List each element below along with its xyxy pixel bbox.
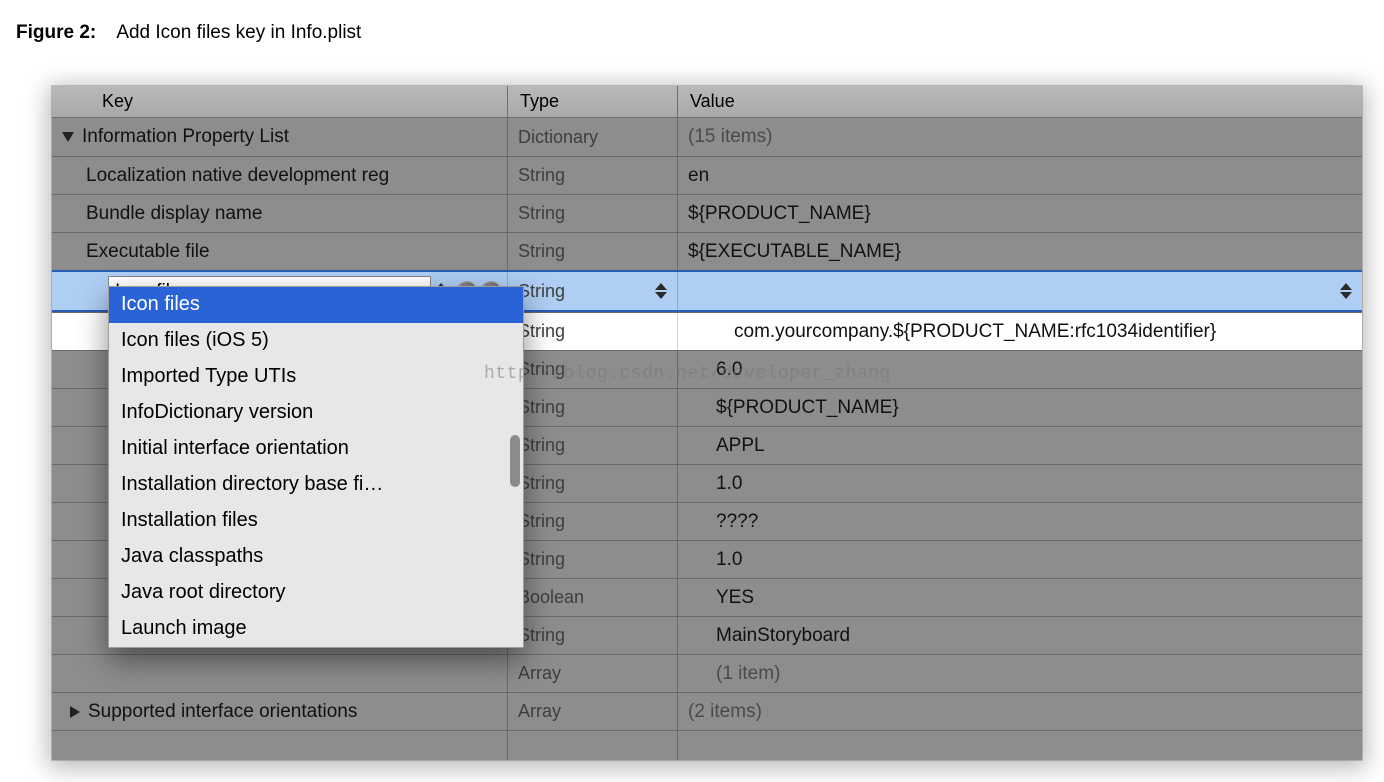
dropdown-item[interactable]: Java classpaths bbox=[109, 539, 523, 575]
dropdown-item[interactable]: Java root directory bbox=[109, 575, 523, 611]
dropdown-item[interactable]: Icon files (iOS 5) bbox=[109, 323, 523, 359]
plist-type: Dictionary bbox=[518, 127, 598, 148]
column-header-type[interactable]: Type bbox=[508, 86, 678, 117]
table-row[interactable]: Bundle display name String ${PRODUCT_NAM… bbox=[52, 194, 1362, 232]
plist-type: String bbox=[518, 473, 565, 494]
figure-caption: Figure 2: Add Icon files key in Info.pli… bbox=[16, 22, 1368, 44]
plist-key: Information Property List bbox=[82, 126, 289, 148]
plist-header: Key Type Value bbox=[52, 86, 1362, 118]
value-stepper[interactable] bbox=[1340, 283, 1354, 299]
plist-value: (15 items) bbox=[688, 126, 772, 148]
chevron-up-icon bbox=[1340, 283, 1352, 290]
plist-type: String bbox=[518, 281, 565, 302]
plist-type: String bbox=[518, 435, 565, 456]
plist-value: en bbox=[688, 165, 709, 187]
plist-key: Supported interface orientations bbox=[88, 701, 357, 723]
dropdown-item[interactable]: Initial interface orientation bbox=[109, 431, 523, 467]
plist-key: Executable file bbox=[86, 241, 210, 263]
table-row[interactable]: Array (1 item) bbox=[52, 654, 1362, 692]
plist-value: ${EXECUTABLE_NAME} bbox=[688, 241, 901, 263]
plist-editor: Key Type Value Information Property List… bbox=[52, 86, 1362, 760]
figure-caption-text: Add Icon files key in Info.plist bbox=[116, 22, 361, 43]
plist-type: Boolean bbox=[518, 587, 584, 608]
chevron-up-icon bbox=[655, 283, 667, 290]
plist-type: String bbox=[518, 359, 565, 380]
plist-value: APPL bbox=[716, 435, 765, 457]
plist-value: ???? bbox=[716, 511, 758, 533]
plist-type: String bbox=[518, 203, 565, 224]
column-header-key[interactable]: Key bbox=[52, 86, 508, 117]
plist-value: (2 items) bbox=[688, 701, 762, 723]
plist-type: String bbox=[518, 625, 565, 646]
table-row[interactable]: Executable file String ${EXECUTABLE_NAME… bbox=[52, 232, 1362, 270]
table-row-empty bbox=[52, 730, 1362, 760]
plist-value: ${PRODUCT_NAME} bbox=[688, 203, 871, 225]
dropdown-item[interactable]: Installation directory base fi… bbox=[109, 467, 523, 503]
dropdown-item[interactable]: InfoDictionary version bbox=[109, 395, 523, 431]
scrollbar-thumb[interactable] bbox=[510, 435, 520, 487]
disclosure-triangle-icon[interactable] bbox=[62, 132, 74, 142]
plist-type: Array bbox=[518, 663, 561, 684]
table-row[interactable]: Localization native development reg Stri… bbox=[52, 156, 1362, 194]
table-row[interactable]: Supported interface orientations Array (… bbox=[52, 692, 1362, 730]
dropdown-item[interactable]: Launch image bbox=[109, 611, 523, 647]
plist-value: 1.0 bbox=[716, 473, 742, 495]
plist-value: YES bbox=[716, 587, 754, 609]
plist-key: Localization native development reg bbox=[86, 165, 389, 187]
dropdown-item[interactable]: Icon files bbox=[109, 287, 523, 323]
plist-value: com.yourcompany.${PRODUCT_NAME:rfc1034id… bbox=[734, 321, 1216, 343]
dropdown-item[interactable]: Imported Type UTIs bbox=[109, 359, 523, 395]
type-stepper[interactable] bbox=[655, 283, 669, 299]
table-row[interactable]: Information Property List Dictionary (15… bbox=[52, 118, 1362, 156]
plist-type: String bbox=[518, 165, 565, 186]
plist-value: MainStoryboard bbox=[716, 625, 850, 647]
plist-value: (1 item) bbox=[716, 663, 780, 685]
column-header-value[interactable]: Value bbox=[678, 86, 1362, 117]
dropdown-item[interactable]: Installation files bbox=[109, 503, 523, 539]
plist-type: String bbox=[518, 397, 565, 418]
figure-caption-label: Figure 2: bbox=[16, 22, 96, 43]
plist-value: ${PRODUCT_NAME} bbox=[716, 397, 899, 419]
plist-key: Bundle display name bbox=[86, 203, 262, 225]
plist-type: String bbox=[518, 549, 565, 570]
autocomplete-dropdown[interactable]: Icon files Icon files (iOS 5) Imported T… bbox=[108, 286, 524, 648]
chevron-down-icon bbox=[655, 292, 667, 299]
plist-value: 1.0 bbox=[716, 549, 742, 571]
plist-type: String bbox=[518, 321, 565, 342]
plist-value: 6.0 bbox=[716, 359, 742, 381]
disclosure-triangle-icon[interactable] bbox=[70, 706, 80, 718]
plist-type: String bbox=[518, 511, 565, 532]
plist-type: String bbox=[518, 241, 565, 262]
plist-type: Array bbox=[518, 701, 561, 722]
chevron-down-icon bbox=[1340, 292, 1352, 299]
